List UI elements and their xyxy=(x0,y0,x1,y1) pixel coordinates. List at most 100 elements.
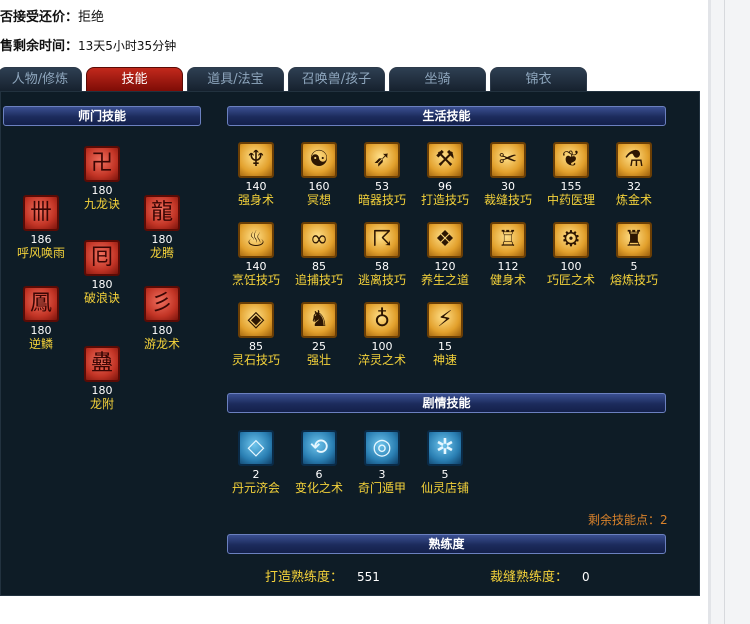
skill-gem[interactable]: ◈ 85 灵石技巧 xyxy=(224,302,288,367)
skill-shop[interactable]: ✲ 5 仙灵店铺 xyxy=(413,430,477,495)
shop-icon: ✲ xyxy=(427,430,463,466)
tailoring-proficiency-value: 0 xyxy=(582,570,590,584)
proficiency-title: 熟练度 xyxy=(227,534,666,554)
skill-tempering[interactable]: ♁ 100 淬灵之术 xyxy=(350,302,414,367)
skill-name: 冥想 xyxy=(306,193,331,207)
skill-name: 中药医理 xyxy=(546,193,595,207)
skill-name: 神速 xyxy=(432,353,457,367)
tab-skills[interactable]: 技能 xyxy=(86,67,183,91)
skill-level: 53 xyxy=(375,180,389,193)
skill-level: 96 xyxy=(438,180,452,193)
skill-speed[interactable]: ⚡ 15 神速 xyxy=(413,302,477,367)
strength-icon: ♆ xyxy=(238,142,274,178)
skill-level: 25 xyxy=(312,340,326,353)
red-wave-rune-icon: 囘 xyxy=(84,240,120,276)
skill-health[interactable]: ❖ 120 养生之道 xyxy=(413,222,477,287)
skill-chain[interactable]: ∞ 85 追捕技巧 xyxy=(287,222,351,287)
red-dragon-face-icon: 龍 xyxy=(144,195,180,231)
skill-escape[interactable]: ☈ 58 逃离技巧 xyxy=(350,222,414,287)
skill-red-swim-dragon[interactable]: 彡 180 游龙术 xyxy=(130,286,194,351)
skill-craftsman[interactable]: ⚙ 100 巧匠之术 xyxy=(539,222,603,287)
skill-hammer[interactable]: ⚒ 96 打造技巧 xyxy=(413,142,477,207)
skill-name: 裁缝技巧 xyxy=(483,193,532,207)
skill-dart[interactable]: ➶ 53 暗器技巧 xyxy=(350,142,414,207)
skill-name: 烹饪技巧 xyxy=(231,273,280,287)
tab-outfit[interactable]: 锦衣 xyxy=(490,67,587,91)
accept-counteroffer-label: 否接受还价： xyxy=(0,10,79,25)
speed-icon: ⚡ xyxy=(427,302,463,338)
skill-red-wind-rune[interactable]: 卌 186 呼风唤雨 xyxy=(9,195,73,260)
page-scroll-strip xyxy=(708,0,750,624)
tab-items[interactable]: 道具/法宝 xyxy=(187,67,284,91)
skill-cooking[interactable]: ♨ 140 烹饪技巧 xyxy=(224,222,288,287)
skill-transform[interactable]: ⟲ 6 变化之术 xyxy=(287,430,351,495)
elixir-icon: ◇ xyxy=(238,430,274,466)
forging-proficiency-value: 551 xyxy=(357,570,380,584)
remaining-skill-points: 剩余技能点：2 xyxy=(588,513,668,527)
skill-name: 变化之术 xyxy=(294,481,343,495)
health-icon: ❖ xyxy=(427,222,463,258)
skill-red-wave-rune[interactable]: 囘 180 破浪诀 xyxy=(70,240,134,305)
skill-red-dragon-face[interactable]: 龍 180 龙腾 xyxy=(130,195,194,260)
skill-level: 100 xyxy=(560,260,582,273)
meditation-icon: ☯ xyxy=(301,142,337,178)
skill-fitness[interactable]: ♖ 112 健身术 xyxy=(476,222,540,287)
tab-character[interactable]: 人物/修炼 xyxy=(0,67,82,91)
accept-counteroffer-row: 否接受还价：拒绝 xyxy=(0,6,104,25)
skill-name: 熔炼技巧 xyxy=(609,273,658,287)
skill-red-scale-rune[interactable]: 鳳 180 逆鳞 xyxy=(9,286,73,351)
skill-name: 奇门遁甲 xyxy=(357,481,406,495)
hammer-icon: ⚒ xyxy=(427,142,463,178)
school-skills-title: 师门技能 xyxy=(3,106,201,126)
escape-icon: ☈ xyxy=(364,222,400,258)
skill-level: 160 xyxy=(308,180,330,193)
skill-name: 丹元济会 xyxy=(231,481,280,495)
fitness-icon: ♖ xyxy=(490,222,526,258)
skill-scissors[interactable]: ✂ 30 裁缝技巧 xyxy=(476,142,540,207)
skill-strength[interactable]: ♆ 140 强身术 xyxy=(224,142,288,207)
skill-level: 58 xyxy=(375,260,389,273)
skill-name: 九龙诀 xyxy=(83,197,120,211)
skill-herb[interactable]: ❦ 155 中药医理 xyxy=(539,142,603,207)
skill-level: 155 xyxy=(560,180,582,193)
tailoring-proficiency: 裁缝熟练度： 0 xyxy=(490,566,590,585)
skill-level: 3 xyxy=(378,468,386,481)
skill-name: 追捕技巧 xyxy=(294,273,343,287)
skill-level: 100 xyxy=(371,340,393,353)
skill-name: 逃离技巧 xyxy=(357,273,406,287)
skill-smelting[interactable]: ♜ 5 熔炼技巧 xyxy=(602,222,666,287)
skill-name: 强身术 xyxy=(237,193,274,207)
red-swim-dragon-icon: 彡 xyxy=(144,286,180,322)
skill-level: 186 xyxy=(30,233,52,246)
skill-level: 180 xyxy=(151,233,173,246)
skill-red-dragon-rune[interactable]: 卍 180 九龙诀 xyxy=(70,146,134,211)
skill-level: 120 xyxy=(434,260,456,273)
dart-icon: ➶ xyxy=(364,142,400,178)
skill-level: 112 xyxy=(497,260,519,273)
skill-muscle[interactable]: ♞ 25 强壮 xyxy=(287,302,351,367)
skill-meditation[interactable]: ☯ 160 冥想 xyxy=(287,142,351,207)
skill-name: 健身术 xyxy=(489,273,526,287)
skill-level: 30 xyxy=(501,180,515,193)
skill-name: 龙附 xyxy=(89,397,114,411)
skill-level: 15 xyxy=(438,340,452,353)
red-dragon-attach-icon: 蠱 xyxy=(84,346,120,382)
skill-elixir[interactable]: ◇ 2 丹元济会 xyxy=(224,430,288,495)
skill-level: 85 xyxy=(312,260,326,273)
muscle-icon: ♞ xyxy=(301,302,337,338)
skill-alchemy[interactable]: ⚗ 32 炼金术 xyxy=(602,142,666,207)
skill-level: 180 xyxy=(91,278,113,291)
skill-level: 85 xyxy=(249,340,263,353)
skill-level: 180 xyxy=(91,184,113,197)
smelting-icon: ♜ xyxy=(616,222,652,258)
tab-summons[interactable]: 召唤兽/孩子 xyxy=(288,67,385,91)
skill-formation[interactable]: ◎ 3 奇门遁甲 xyxy=(350,430,414,495)
skill-red-dragon-attach[interactable]: 蠱 180 龙附 xyxy=(70,346,134,411)
remaining-time-label: 售剩余时间： xyxy=(0,39,79,54)
strip-edge xyxy=(708,0,711,624)
tab-mount[interactable]: 坐骑 xyxy=(389,67,486,91)
skill-name: 打造技巧 xyxy=(420,193,469,207)
life-skills-title: 生活技能 xyxy=(227,106,666,126)
scissors-icon: ✂ xyxy=(490,142,526,178)
skill-name: 暗器技巧 xyxy=(357,193,406,207)
